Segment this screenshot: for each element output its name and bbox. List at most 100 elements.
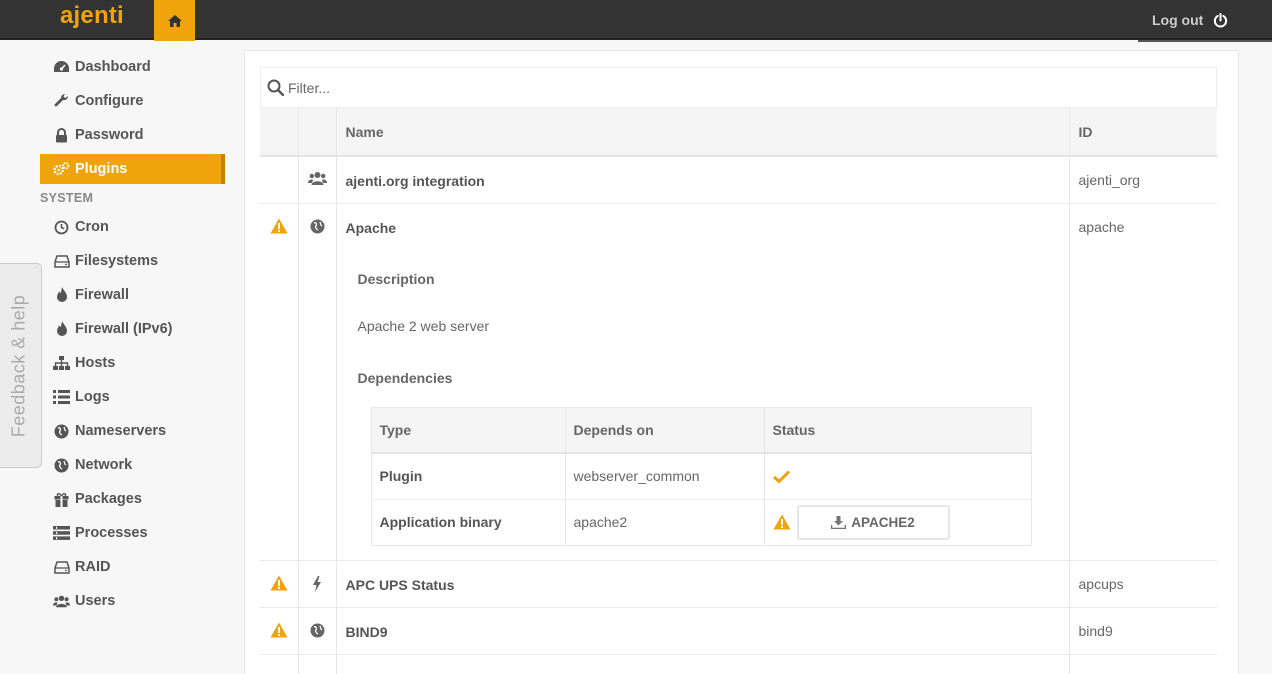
id-cell bbox=[1069, 653, 1217, 674]
warning-cell bbox=[260, 606, 299, 654]
sidebar-item-label: Firewall bbox=[75, 287, 129, 303]
sidebar-item-cron[interactable]: Cron bbox=[40, 210, 225, 244]
sidebar-item-label: RAID bbox=[75, 559, 111, 575]
warning-cell bbox=[260, 202, 299, 560]
dep-row: Plugin webserver_common bbox=[371, 452, 1031, 499]
id-cell: apcups bbox=[1069, 559, 1217, 607]
home-button[interactable] bbox=[154, 0, 195, 41]
name-cell bbox=[336, 653, 1070, 674]
sidebar-item-hosts[interactable]: Hosts bbox=[40, 346, 225, 380]
logout-label: Log out bbox=[1152, 12, 1204, 28]
sidebar-item-network[interactable]: Network bbox=[40, 448, 225, 482]
cogs-icon bbox=[53, 161, 70, 178]
install-apache2-button[interactable]: APACHE2 bbox=[796, 504, 950, 540]
id-cell: ajenti_org bbox=[1069, 155, 1217, 203]
column-header-warning bbox=[260, 108, 299, 157]
filter-bar bbox=[260, 67, 1217, 108]
list-icon bbox=[53, 389, 70, 406]
table-header-row: Name ID bbox=[260, 108, 1217, 157]
sidebar-item-password[interactable]: Password bbox=[40, 118, 225, 152]
sidebar-item-processes[interactable]: Processes bbox=[40, 516, 225, 550]
sidebar-item-label: Logs bbox=[75, 389, 110, 405]
logout-button[interactable]: Log out bbox=[1138, 0, 1272, 42]
filter-input[interactable] bbox=[288, 79, 888, 96]
id-cell: apache bbox=[1069, 202, 1217, 560]
hdd-icon bbox=[53, 559, 70, 576]
name-cell: Apache Description Apache 2 web server D… bbox=[336, 202, 1070, 560]
sidebar-item-label: Firewall (IPv6) bbox=[75, 321, 173, 337]
sidebar-item-label: Nameservers bbox=[75, 423, 167, 439]
sidebar-item-raid[interactable]: RAID bbox=[40, 550, 225, 584]
sidebar-item-packages[interactable]: Packages bbox=[40, 482, 225, 516]
name-cell: ajenti.org integration bbox=[336, 155, 1070, 203]
feedback-tab[interactable]: Feedback & help bbox=[0, 263, 42, 468]
home-icon bbox=[167, 14, 182, 27]
tasks-icon bbox=[53, 525, 70, 542]
sidebar-item-users[interactable]: Users bbox=[40, 584, 225, 618]
dep-depends-on: apache2 bbox=[565, 498, 765, 545]
icon-cell bbox=[298, 606, 337, 654]
sidebar-item-firewall[interactable]: Firewall bbox=[40, 278, 225, 312]
plugin-id: ajenti_org bbox=[1078, 172, 1141, 188]
gift-icon bbox=[53, 491, 70, 508]
icon-cell bbox=[298, 202, 337, 560]
globe-icon bbox=[53, 457, 70, 474]
download-icon bbox=[831, 515, 847, 529]
table-row[interactable]: APC UPS Status apcups bbox=[260, 559, 1217, 607]
dependencies-heading: Dependencies bbox=[357, 369, 453, 386]
sidebar-item-dashboard[interactable]: Dashboard bbox=[40, 50, 225, 84]
table-row[interactable]: ajenti.org integration ajenti_org bbox=[260, 155, 1217, 203]
name-cell: BIND9 bbox=[336, 606, 1070, 654]
sitemap-icon bbox=[53, 355, 70, 372]
dep-header-row: Type Depends on Status bbox=[371, 407, 1031, 454]
sidebar-item-logs[interactable]: Logs bbox=[40, 380, 225, 414]
column-header-name[interactable]: Name bbox=[336, 108, 1070, 157]
sidebar-item-label: Hosts bbox=[75, 355, 116, 371]
warning-cell bbox=[260, 653, 299, 674]
install-button-label: APACHE2 bbox=[851, 514, 915, 530]
plugin-name: Apache bbox=[345, 219, 397, 236]
plugin-details: Description Apache 2 web server Dependen… bbox=[346, 271, 1069, 560]
dep-column-type: Type bbox=[371, 407, 566, 454]
name-cell: APC UPS Status bbox=[336, 559, 1070, 607]
column-header-id[interactable]: ID bbox=[1069, 108, 1217, 157]
users-icon bbox=[307, 172, 327, 185]
hdd-icon bbox=[53, 253, 70, 270]
table-row[interactable]: BIND9 bind9 bbox=[260, 606, 1217, 654]
sidebar-item-filesystems[interactable]: Filesystems bbox=[40, 244, 225, 278]
users-icon bbox=[53, 593, 70, 610]
id-cell: bind9 bbox=[1069, 606, 1217, 654]
sidebar-item-label: Processes bbox=[75, 525, 148, 541]
sidebar-item-configure[interactable]: Configure bbox=[40, 84, 225, 118]
warning-icon bbox=[270, 622, 288, 637]
plugin-name: ajenti.org integration bbox=[345, 173, 485, 189]
description-heading: Description bbox=[357, 270, 435, 287]
plugin-name: APC UPS Status bbox=[345, 576, 455, 593]
table-row[interactable] bbox=[260, 653, 1217, 674]
brand-logo[interactable]: ajenti bbox=[60, 2, 124, 30]
plugin-id: apcups bbox=[1078, 575, 1124, 592]
icon-cell bbox=[298, 559, 337, 607]
clock-icon bbox=[53, 219, 70, 236]
plugin-name: BIND9 bbox=[345, 623, 388, 640]
plugins-panel: Name ID ajenti.org integration ajenti_or… bbox=[244, 50, 1239, 674]
warning-icon bbox=[270, 218, 288, 233]
dep-type: Plugin bbox=[371, 452, 566, 499]
globe-icon bbox=[53, 423, 70, 440]
sidebar-item-firewall-ipv6[interactable]: Firewall (IPv6) bbox=[40, 312, 225, 346]
dashboard-icon bbox=[53, 59, 70, 76]
fire-icon bbox=[53, 321, 70, 338]
dep-type: Application binary bbox=[371, 498, 566, 545]
sidebar-item-plugins[interactable]: Plugins bbox=[40, 154, 225, 184]
description-text: Apache 2 web server bbox=[357, 317, 490, 334]
bolt-icon bbox=[313, 575, 321, 592]
globe-icon bbox=[310, 623, 324, 637]
table-row[interactable]: Apache Description Apache 2 web server D… bbox=[260, 202, 1217, 560]
icon-cell bbox=[298, 653, 337, 674]
sidebar-item-nameservers[interactable]: Nameservers bbox=[40, 414, 225, 448]
plugins-table: Name ID ajenti.org integration ajenti_or… bbox=[260, 108, 1217, 674]
search-icon bbox=[267, 79, 284, 96]
fire-icon bbox=[53, 287, 70, 304]
warning-icon bbox=[773, 514, 790, 530]
lock-icon bbox=[53, 127, 70, 144]
